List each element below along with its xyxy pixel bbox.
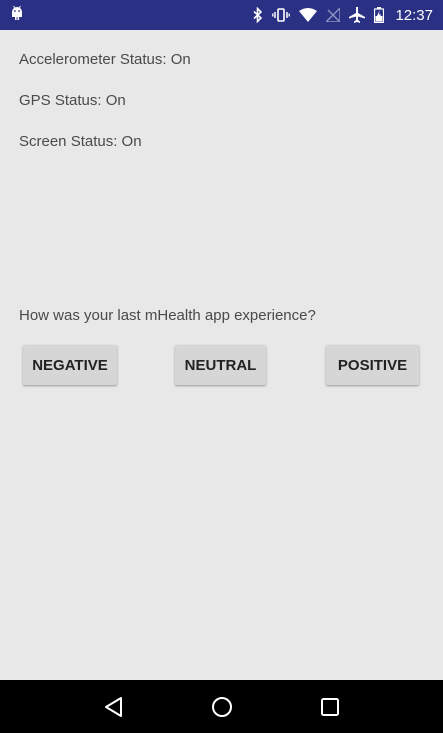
clock: 12:37 bbox=[395, 6, 433, 24]
accelerometer-status: Accelerometer Status: On bbox=[19, 51, 191, 68]
battery-charging-icon bbox=[374, 7, 385, 23]
airplane-icon bbox=[349, 7, 366, 23]
status-bar: 12:37 bbox=[0, 0, 443, 30]
wifi-icon bbox=[299, 8, 318, 22]
screen-status: Screen Status: On bbox=[19, 133, 142, 150]
back-icon[interactable] bbox=[103, 696, 125, 718]
navigation-bar bbox=[0, 680, 443, 733]
status-right: 12:37 bbox=[253, 7, 433, 24]
survey-question: How was your last mHealth app experience… bbox=[19, 307, 316, 324]
neutral-button[interactable]: NEUTRAL bbox=[175, 345, 266, 385]
signal-off-icon bbox=[326, 8, 341, 22]
vibrate-icon bbox=[272, 7, 291, 23]
main-content: Accelerometer Status: On GPS Status: On … bbox=[0, 30, 443, 680]
positive-button[interactable]: POSITIVE bbox=[326, 345, 419, 385]
home-icon[interactable] bbox=[211, 696, 233, 718]
android-icon bbox=[10, 5, 24, 26]
negative-button[interactable]: NEGATIVE bbox=[23, 345, 117, 385]
bluetooth-icon bbox=[253, 7, 263, 23]
gps-status: GPS Status: On bbox=[19, 92, 126, 109]
status-left bbox=[10, 5, 24, 26]
recents-icon[interactable] bbox=[320, 697, 340, 717]
